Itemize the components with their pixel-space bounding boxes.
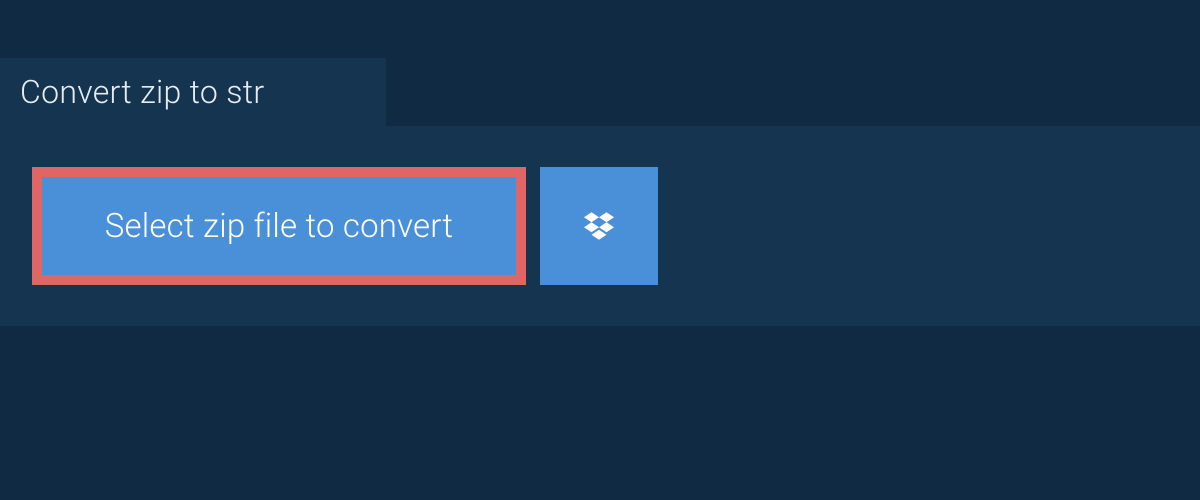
tab-header: Convert zip to str: [0, 58, 386, 126]
upload-panel: Select zip file to convert: [0, 126, 1200, 326]
select-file-label: Select zip file to convert: [105, 207, 453, 246]
tab-title: Convert zip to str: [20, 73, 264, 111]
dropbox-button[interactable]: [540, 167, 658, 285]
select-file-button[interactable]: Select zip file to convert: [32, 167, 526, 285]
dropbox-icon: [579, 206, 619, 246]
